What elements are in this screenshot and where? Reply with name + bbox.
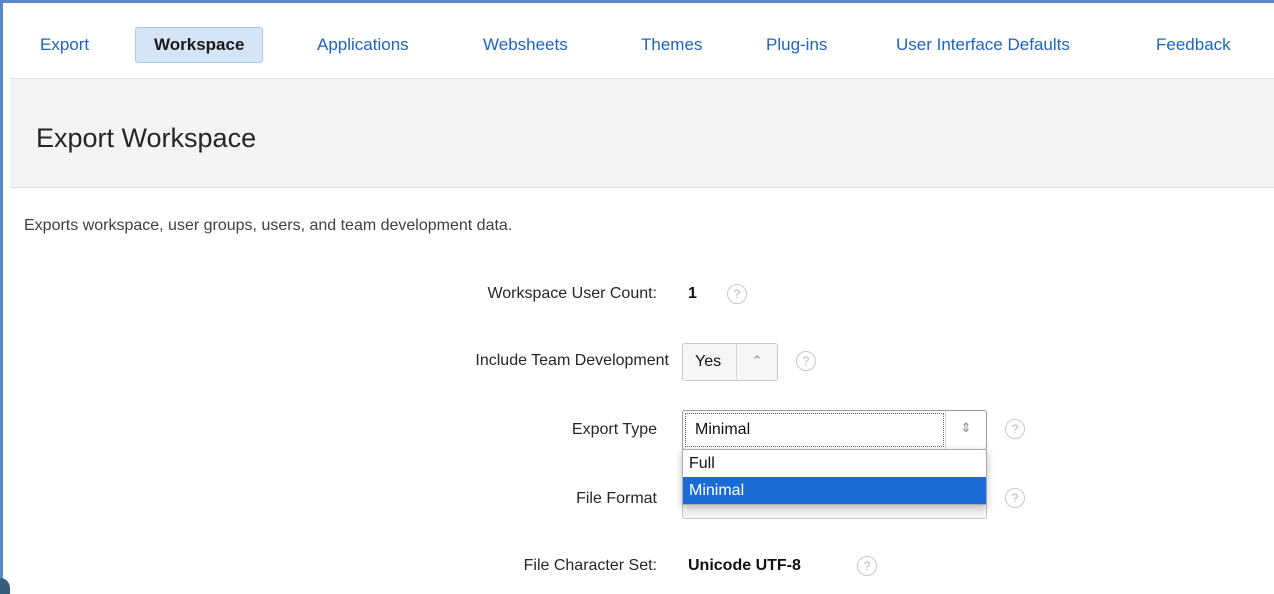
charset-label: File Character Set: <box>523 557 657 574</box>
window-frame-left <box>0 0 3 594</box>
user-count-label: Workspace User Count: <box>487 285 657 302</box>
export-type-select[interactable]: Minimal ⇕ <box>682 410 987 450</box>
user-count-value: 1 <box>688 285 697 302</box>
team-dev-help-icon[interactable]: ? <box>796 351 816 371</box>
tab-applications[interactable]: Applications <box>317 27 409 63</box>
tab-websheets[interactable]: Websheets <box>483 27 568 63</box>
page-description: Exports workspace, user groups, users, a… <box>24 217 513 234</box>
window-corner-decoration <box>0 578 10 594</box>
file-format-help-icon[interactable]: ? <box>1005 488 1025 508</box>
tab-user-interface-defaults[interactable]: User Interface Defaults <box>896 27 1070 63</box>
export-type-option-full[interactable]: Full <box>683 450 986 477</box>
file-format-label: File Format <box>576 490 657 507</box>
team-dev-label: Include Team Development <box>475 352 669 369</box>
team-dev-selected-value: Yes <box>695 353 722 370</box>
up-down-chevron-icon: ⇕ <box>945 411 986 449</box>
charset-value: Unicode UTF-8 <box>688 557 801 574</box>
export-type-dropdown: Full Minimal <box>682 449 987 505</box>
tab-export[interactable]: Export <box>40 27 89 63</box>
page-header: Export Workspace <box>10 79 1274 188</box>
team-dev-select[interactable]: Yes ⌃ <box>682 343 778 381</box>
export-type-label: Export Type <box>571 421 657 438</box>
tab-feedback[interactable]: Feedback <box>1156 27 1231 63</box>
tab-themes[interactable]: Themes <box>641 27 702 63</box>
up-down-chevron-icon: ⌃ <box>736 344 777 380</box>
tab-plug-ins[interactable]: Plug-ins <box>766 27 827 63</box>
export-type-help-icon[interactable]: ? <box>1005 419 1025 439</box>
charset-help-icon[interactable]: ? <box>857 556 877 576</box>
page-title: Export Workspace <box>36 123 257 153</box>
export-type-option-minimal[interactable]: Minimal <box>683 477 986 504</box>
user-count-help-icon[interactable]: ? <box>727 284 747 304</box>
export-tab-bar: Export Workspace Applications Websheets … <box>10 3 1274 79</box>
export-type-selected-value: Minimal <box>695 421 751 438</box>
tab-workspace[interactable]: Workspace <box>135 27 264 63</box>
